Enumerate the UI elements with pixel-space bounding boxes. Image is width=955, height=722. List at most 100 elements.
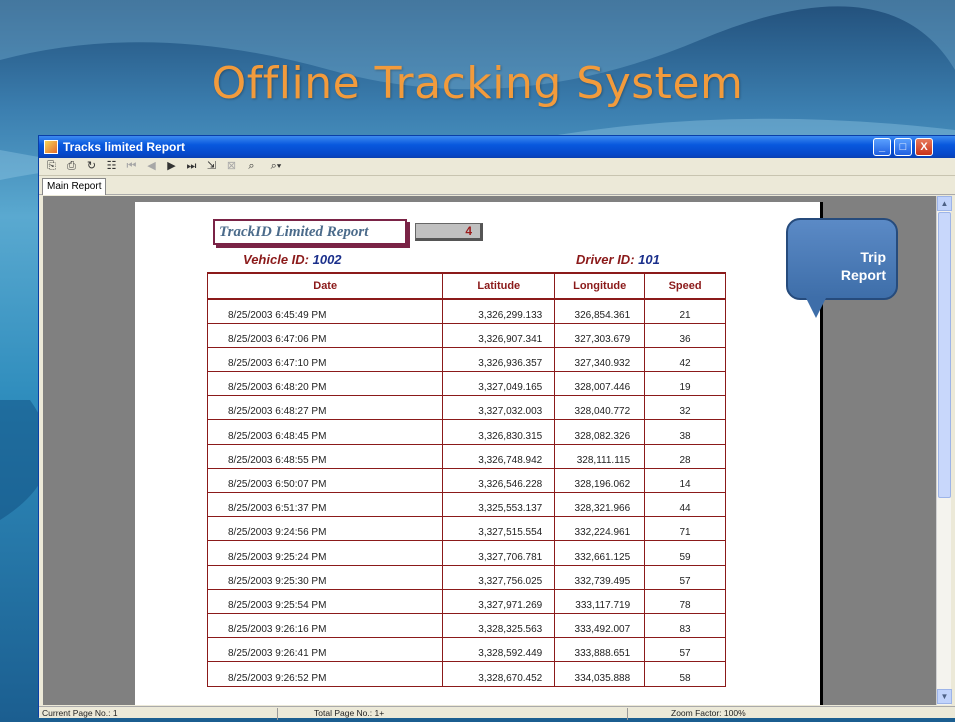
cell-date: 8/25/2003 6:47:10 PM [206, 347, 443, 373]
export-icon[interactable]: ⎘ [45, 160, 58, 173]
cell-latitude: 3,326,830.315 [442, 419, 555, 445]
report-page: TrackID Limited Report 4 Vehicle ID: 100… [135, 202, 823, 705]
cell-latitude: 3,326,907.341 [442, 323, 555, 348]
cell-longitude: 332,224.961 [554, 516, 645, 542]
goto-page-icon[interactable]: ⇲ [205, 160, 218, 173]
column-header-speed: Speed [644, 272, 726, 300]
cell-speed: 83 [644, 613, 726, 639]
maximize-button[interactable]: □ [894, 138, 912, 156]
report-toolbar: ⎘ ⎙ ↻ ☷ ⏮ ◀ ▶ ⏭ ⇲ ⊠ ⌕ ⌕▾ [39, 158, 955, 176]
cell-latitude: 3,327,756.025 [442, 565, 555, 590]
cell-latitude: 3,328,670.452 [442, 661, 555, 687]
next-page-icon[interactable]: ▶ [165, 160, 178, 173]
cell-date: 8/25/2003 9:25:24 PM [206, 540, 443, 566]
cell-longitude: 333,492.007 [554, 613, 645, 639]
status-divider [277, 708, 278, 720]
cell-date: 8/25/2003 6:50:07 PM [206, 468, 443, 494]
table-row: 8/25/2003 6:48:20 PM 3,327,049.165 328,007… [206, 371, 726, 397]
last-page-icon[interactable]: ⏭ [185, 160, 198, 173]
window-titlebar[interactable]: Tracks limited Report _ □ X [39, 136, 955, 158]
cell-longitude: 328,321.966 [554, 492, 645, 518]
cell-speed: 58 [644, 661, 726, 687]
cell-speed: 19 [644, 371, 726, 397]
scroll-up-icon[interactable]: ▲ [937, 196, 952, 211]
cell-speed: 38 [644, 419, 726, 445]
table-row: 8/25/2003 9:25:54 PM 3,327,971.269 333,117… [206, 589, 726, 614]
print-icon[interactable]: ⎙ [65, 160, 78, 173]
tracking-table: Date Latitude Longitude Speed 8/25/2003 … [206, 272, 726, 687]
zoom-icon[interactable]: ⌕▾ [265, 160, 287, 173]
scroll-thumb[interactable] [938, 212, 951, 498]
cell-latitude: 3,326,936.357 [442, 347, 555, 373]
column-header-latitude: Latitude [442, 272, 555, 300]
table-row: 8/25/2003 6:48:45 PM 3,326,830.315 328,082… [206, 419, 726, 445]
cell-latitude: 3,327,706.781 [442, 540, 555, 566]
cell-speed: 14 [644, 468, 726, 494]
previous-page-icon[interactable]: ◀ [145, 160, 158, 173]
table-row: 8/25/2003 9:24:56 PM 3,327,515.554 332,224… [206, 516, 726, 542]
stop-icon[interactable]: ⊠ [225, 160, 238, 173]
cell-speed: 44 [644, 492, 726, 518]
cell-date: 8/25/2003 9:26:16 PM [206, 613, 443, 639]
vertical-scrollbar[interactable]: ▲ ▼ [936, 196, 952, 705]
trip-report-callout: Trip Report [786, 218, 898, 300]
cell-longitude: 334,035.888 [554, 661, 645, 687]
cell-latitude: 3,327,032.003 [442, 395, 555, 421]
status-bar: Current Page No.: 1 Total Page No.: 1+ Z… [39, 706, 955, 720]
cell-latitude: 3,328,325.563 [442, 613, 555, 639]
callout-line-1: Trip [860, 249, 886, 265]
table-row: 8/25/2003 9:25:30 PM 3,327,756.025 332,739… [206, 565, 726, 590]
vehicle-id: Vehicle ID: 1002 [243, 252, 342, 267]
cell-date: 8/25/2003 9:25:30 PM [206, 565, 443, 590]
table-row: 8/25/2003 6:47:10 PM 3,326,936.357 327,340… [206, 347, 726, 373]
refresh-icon[interactable]: ↻ [85, 160, 98, 173]
close-button[interactable]: X [915, 138, 933, 156]
cell-latitude: 3,328,592.449 [442, 637, 555, 663]
cell-longitude: 328,111.115 [554, 444, 645, 469]
cell-speed: 32 [644, 395, 726, 421]
record-count: 4 [415, 223, 483, 241]
cell-date: 8/25/2003 6:48:27 PM [206, 395, 443, 421]
cell-date: 8/25/2003 6:48:45 PM [206, 419, 443, 445]
cell-date: 8/25/2003 9:26:41 PM [206, 637, 443, 663]
cell-speed: 78 [644, 589, 726, 614]
cell-latitude: 3,327,971.269 [442, 589, 555, 614]
driver-id: Driver ID: 101 [576, 252, 660, 267]
cell-longitude: 328,007.446 [554, 371, 645, 397]
cell-latitude: 3,326,748.942 [442, 444, 555, 469]
table-body: 8/25/2003 6:45:49 PM 3,326,299.133 326,854… [206, 299, 726, 687]
cell-date: 8/25/2003 9:25:54 PM [206, 589, 443, 614]
scroll-down-icon[interactable]: ▼ [937, 689, 952, 704]
cell-speed: 57 [644, 565, 726, 590]
cell-longitude: 327,303.679 [554, 323, 645, 348]
cell-date: 8/25/2003 6:51:37 PM [206, 492, 443, 518]
cell-latitude: 3,327,049.165 [442, 371, 555, 397]
table-row: 8/25/2003 6:51:37 PM 3,325,553.137 328,321… [206, 492, 726, 518]
first-page-icon[interactable]: ⏮ [125, 160, 138, 173]
minimize-button[interactable]: _ [873, 138, 891, 156]
cell-date: 8/25/2003 6:48:20 PM [206, 371, 443, 397]
current-page-status: Current Page No.: 1 [42, 708, 118, 718]
cell-longitude: 332,739.495 [554, 565, 645, 590]
cell-longitude: 327,340.932 [554, 347, 645, 373]
cell-date: 8/25/2003 6:45:49 PM [206, 299, 443, 324]
search-icon[interactable]: ⌕ [245, 160, 258, 173]
total-page-status: Total Page No.: 1+ [314, 708, 385, 718]
cell-speed: 71 [644, 516, 726, 542]
tab-strip: Main Report [39, 176, 955, 195]
table-row: 8/25/2003 6:50:07 PM 3,326,546.228 328,196… [206, 468, 726, 494]
cell-date: 8/25/2003 6:47:06 PM [206, 323, 443, 348]
cell-longitude: 328,196.062 [554, 468, 645, 494]
driver-id-value: 101 [638, 252, 660, 267]
table-row: 8/25/2003 9:26:16 PM 3,328,325.563 333,492… [206, 613, 726, 639]
cell-date: 8/25/2003 9:24:56 PM [206, 516, 443, 542]
report-title-box: TrackID Limited Report [213, 219, 407, 245]
cell-longitude: 328,040.772 [554, 395, 645, 421]
cell-speed: 36 [644, 323, 726, 348]
cell-date: 8/25/2003 6:48:55 PM [206, 444, 443, 469]
tab-main-report[interactable]: Main Report [42, 178, 107, 195]
cell-speed: 59 [644, 540, 726, 566]
group-tree-icon[interactable]: ☷ [105, 160, 118, 173]
table-row: 8/25/2003 6:45:49 PM 3,326,299.133 326,854… [206, 299, 726, 324]
table-row: 8/25/2003 9:26:41 PM 3,328,592.449 333,888… [206, 637, 726, 663]
